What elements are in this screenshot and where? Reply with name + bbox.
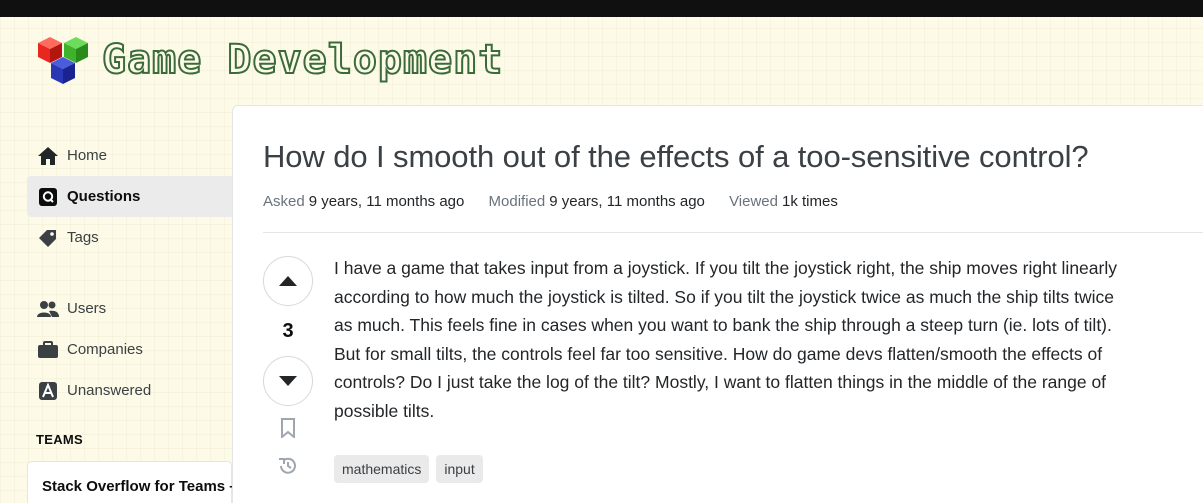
modified-label: Modified <box>488 193 546 210</box>
top-bar <box>0 0 1203 17</box>
vote-count: 3 <box>282 320 294 342</box>
asked-label: Asked <box>263 193 305 210</box>
tag-list: mathematics input <box>334 455 483 483</box>
bookmark-button[interactable] <box>280 418 296 443</box>
nav-item-tags[interactable]: Tags <box>27 217 232 258</box>
nav-item-companies[interactable]: Companies <box>27 329 232 370</box>
history-button[interactable] <box>277 455 299 482</box>
question-main: How do I smooth out of the effects of a … <box>232 105 1203 503</box>
question-body: I have a game that takes input from a jo… <box>334 258 1117 421</box>
users-icon <box>37 298 59 320</box>
upvote-icon <box>279 276 297 286</box>
unanswered-icon <box>37 380 59 402</box>
home-icon <box>37 145 59 167</box>
modified-value[interactable]: 9 years, 11 months ago <box>549 193 705 210</box>
downvote-icon <box>279 376 297 386</box>
cubes-logo-icon <box>38 37 88 84</box>
downvote-button[interactable] <box>263 356 313 406</box>
site-logo[interactable]: Game Development <box>36 33 503 87</box>
viewed-value: 1k times <box>782 193 838 210</box>
question-title[interactable]: How do I smooth out of the effects of a … <box>263 139 1089 175</box>
tag-icon <box>37 227 59 249</box>
site-name: Game Development <box>101 36 504 84</box>
nav-label-home: Home <box>67 147 108 164</box>
nav-item-users[interactable]: Users <box>27 288 232 329</box>
history-icon <box>279 457 296 474</box>
nav-label-companies: Companies <box>67 341 143 358</box>
asked-value[interactable]: 9 years, 11 months ago <box>309 193 465 210</box>
tag-input[interactable]: input <box>436 455 483 483</box>
tag-mathematics[interactable]: mathematics <box>334 455 430 483</box>
divider <box>263 232 1203 233</box>
nav-label-users: Users <box>67 300 107 317</box>
question-meta: Asked 9 years, 11 months ago Modified 9 ye… <box>263 193 858 210</box>
viewed-label: Viewed <box>729 193 778 210</box>
teams-card[interactable]: Stack Overflow for Teams – Start <box>27 461 276 503</box>
briefcase-icon <box>37 339 59 361</box>
nav-item-unanswered[interactable]: Unanswered <box>27 370 232 411</box>
nav-item-questions[interactable]: Questions <box>27 176 232 217</box>
questions-icon <box>37 186 59 208</box>
teams-heading: TEAMS <box>36 432 83 447</box>
nav-label-tags: Tags <box>67 229 99 246</box>
nav-item-home[interactable]: Home <box>27 135 232 176</box>
upvote-button[interactable] <box>263 256 313 306</box>
nav-label-questions: Questions <box>67 188 141 205</box>
left-sidebar: Home Questions Tags Users Companies Unan… <box>27 135 232 411</box>
bookmark-icon <box>281 418 295 440</box>
vote-cell: 3 <box>263 256 313 482</box>
nav-label-unanswered: Unanswered <box>67 382 152 399</box>
